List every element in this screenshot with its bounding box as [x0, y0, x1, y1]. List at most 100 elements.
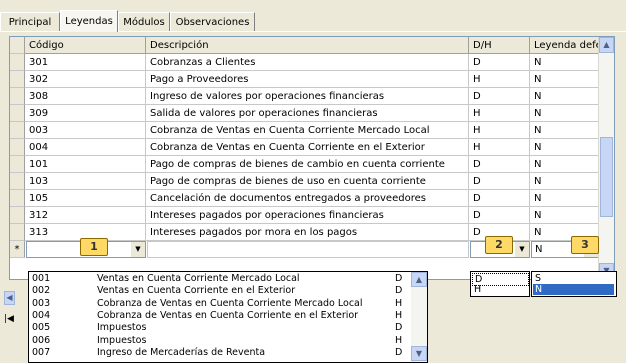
row-indicator[interactable] — [10, 122, 25, 139]
column-header-leyenda-defecto[interactable]: Leyenda defecto — [530, 37, 599, 54]
tab-principal[interactable]: Principal — [0, 12, 60, 32]
scroll-thumb[interactable] — [600, 137, 613, 217]
table-cell[interactable]: 101 — [25, 156, 146, 173]
dropdown-item-code: 006 — [32, 334, 51, 346]
table-cell[interactable]: D — [469, 207, 530, 224]
dropdown-item-dh: H — [395, 297, 403, 309]
table-cell[interactable]: Cobranza de Ventas en Cuenta Corriente M… — [146, 122, 469, 139]
table-cell[interactable]: N — [530, 207, 599, 224]
descripcion-field[interactable] — [147, 241, 469, 258]
row-indicator[interactable] — [10, 156, 25, 173]
table-cell[interactable]: N — [530, 105, 599, 122]
dropdown-item-description: Impuestos — [97, 322, 147, 334]
table-cell[interactable]: H — [469, 105, 530, 122]
table-cell[interactable]: Pago de compras de bienes de uso en cuen… — [146, 173, 469, 190]
column-header-codigo[interactable]: Código — [25, 37, 146, 54]
dropdown-item-code: 007 — [32, 346, 51, 358]
grid-vertical-scrollbar[interactable]: ▲ ▼ — [598, 37, 614, 279]
dropdown-item-code: 004 — [32, 309, 51, 321]
table-cell[interactable]: 308 — [25, 88, 146, 105]
tab-leyendas[interactable]: Leyendas — [60, 10, 118, 32]
scroll-up-icon[interactable]: ▲ — [411, 272, 427, 287]
table-cell[interactable]: N — [530, 122, 599, 139]
row-indicator[interactable] — [10, 224, 25, 241]
dropdown-item-description: Ventas en Cuenta Corriente en el Exterio… — [97, 285, 296, 297]
table-cell[interactable]: 105 — [25, 190, 146, 207]
dropdown-item-code: 003 — [32, 297, 51, 309]
chevron-down-icon[interactable]: ▼ — [131, 242, 145, 257]
leyenda-combo-value: N — [535, 244, 543, 255]
first-record-icon[interactable]: |◀ — [4, 314, 14, 324]
table-cell[interactable]: Intereses pagados por operaciones financ… — [146, 207, 469, 224]
table-cell[interactable]: Cobranza de Ventas en Cuenta Corriente e… — [146, 139, 469, 156]
table-cell[interactable]: D — [469, 88, 530, 105]
row-indicator[interactable] — [10, 207, 25, 224]
table-cell[interactable]: 312 — [25, 207, 146, 224]
dropdown-item-description: Cobranza de Ventas en Cuenta Corriente M… — [97, 297, 363, 309]
table-cell[interactable]: Pago a Proveedores — [146, 71, 469, 88]
table-cell[interactable]: Cancelación de documentos entregados a p… — [146, 190, 469, 207]
row-indicator[interactable] — [10, 71, 25, 88]
table-cell[interactable]: D — [469, 173, 530, 190]
column-header-descripcion[interactable]: Descripción — [146, 37, 469, 54]
table-cell[interactable]: N — [530, 156, 599, 173]
dropdown-item-dh: D — [395, 346, 403, 358]
table-cell[interactable]: 004 — [25, 139, 146, 156]
dropdown-item-description: Cobranza de Ventas en Cuenta Corriente e… — [97, 309, 359, 321]
dropdown-item-dh: D — [395, 273, 403, 284]
codigo-dropdown-list: 001 Ventas en Cuenta Corriente Mercado Lo… — [28, 271, 428, 363]
table-cell[interactable]: N — [530, 139, 599, 156]
dropdown-item-dh: H — [395, 334, 403, 346]
dropdown-item-dh: D — [395, 322, 403, 334]
scroll-up-icon[interactable]: ▲ — [599, 37, 614, 53]
tab-modulos[interactable]: Módulos — [118, 12, 170, 32]
dropdown-item-code: 002 — [32, 285, 51, 297]
new-row-indicator: * — [10, 241, 25, 258]
dropdown-item-description: Ventas en Cuenta Corriente Mercado Local — [97, 273, 300, 284]
callout-2: 2 — [485, 236, 513, 254]
table-cell[interactable]: D — [469, 54, 530, 71]
table-cell[interactable]: 003 — [25, 122, 146, 139]
table-cell[interactable]: H — [469, 71, 530, 88]
dh-option[interactable]: H — [472, 284, 527, 295]
table-cell[interactable]: N — [530, 71, 599, 88]
table-cell[interactable]: H — [469, 122, 530, 139]
table-cell[interactable]: 103 — [25, 173, 146, 190]
table-cell[interactable]: H — [469, 139, 530, 156]
table-cell[interactable]: N — [530, 88, 599, 105]
table-cell[interactable]: Salida de valores por operaciones financ… — [146, 105, 469, 122]
leyenda-option[interactable]: S — [533, 273, 614, 284]
dh-dropdown-list: D H — [470, 271, 530, 297]
table-cell[interactable]: 302 — [25, 71, 146, 88]
leyenda-option-selected[interactable]: N — [533, 284, 614, 295]
table-cell[interactable]: D — [469, 190, 530, 207]
row-indicator[interactable] — [10, 190, 25, 207]
dropdown-item-dh: D — [395, 285, 403, 297]
table-cell[interactable]: 309 — [25, 105, 146, 122]
dropdown-item-dh: H — [395, 309, 403, 321]
row-indicator[interactable] — [10, 139, 25, 156]
scroll-left-icon[interactable]: ◀ — [4, 291, 15, 305]
table-cell[interactable]: D — [469, 156, 530, 173]
dropdown-scrollbar[interactable]: ▲ ▼ — [411, 272, 427, 362]
column-header-dh[interactable]: D/H — [469, 37, 530, 54]
tab-observaciones[interactable]: Observaciones — [170, 12, 255, 32]
table-cell[interactable]: Intereses pagados por mora en los pagos — [146, 224, 469, 241]
row-indicator[interactable] — [10, 105, 25, 122]
dropdown-item-code: 001 — [32, 273, 51, 284]
dropdown-item-description: Ingreso de Mercaderías de Reventa — [97, 346, 266, 358]
table-cell[interactable]: 301 — [25, 54, 146, 71]
table-cell[interactable]: Ingreso de valores por operaciones finan… — [146, 88, 469, 105]
table-cell[interactable]: N — [530, 54, 599, 71]
leyenda-dropdown-list: S N — [531, 271, 617, 297]
row-indicator[interactable] — [10, 173, 25, 190]
table-cell[interactable]: N — [530, 190, 599, 207]
chevron-down-icon[interactable]: ▼ — [515, 242, 529, 257]
row-indicator[interactable] — [10, 54, 25, 71]
callout-3: 3 — [571, 236, 599, 254]
table-cell[interactable]: Pago de compras de bienes de cambio en c… — [146, 156, 469, 173]
table-cell[interactable]: Cobranzas a Clientes — [146, 54, 469, 71]
row-indicator[interactable] — [10, 88, 25, 105]
table-cell[interactable]: N — [530, 173, 599, 190]
scroll-down-icon[interactable]: ▼ — [411, 346, 427, 361]
